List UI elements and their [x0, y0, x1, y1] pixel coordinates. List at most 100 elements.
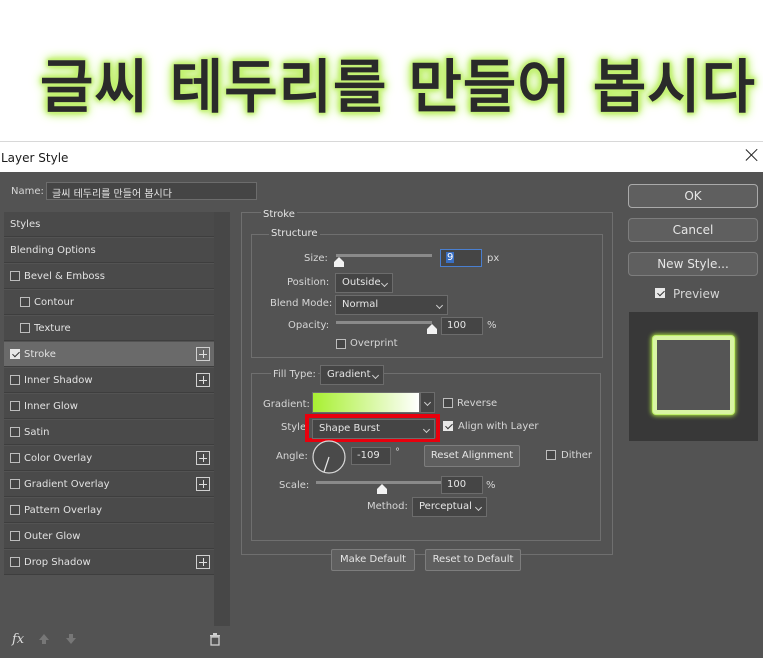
preview-thumbnail — [629, 312, 758, 441]
opacity-slider-thumb[interactable] — [427, 324, 437, 334]
style-checkbox[interactable] — [10, 531, 20, 541]
style-item-satin[interactable]: Satin — [4, 420, 214, 445]
style-item-color-overlay[interactable]: Color Overlay — [4, 446, 214, 471]
fill-type-select[interactable]: Gradient — [320, 365, 384, 385]
angle-unit: ° — [395, 447, 400, 458]
scale-input[interactable]: 100 — [441, 476, 483, 494]
name-label: Name: — [11, 186, 44, 197]
style-item-bevel-emboss[interactable]: Bevel & Emboss — [4, 264, 214, 289]
style-select[interactable]: Shape Burst — [312, 419, 435, 439]
style-item-inner-glow[interactable]: Inner Glow — [4, 394, 214, 419]
reverse-checkbox[interactable] — [443, 398, 453, 408]
position-select[interactable]: Outside — [335, 273, 393, 293]
stroke-section-title: Stroke — [261, 209, 297, 220]
gradient-swatch[interactable] — [312, 392, 420, 413]
style-item-label: Texture — [34, 323, 71, 334]
cancel-button[interactable]: Cancel — [628, 218, 758, 242]
align-with-layer-checkbox[interactable] — [443, 421, 453, 431]
fill-type-label: Fill Type: — [271, 369, 318, 380]
style-checkbox[interactable] — [10, 401, 20, 411]
position-label: Position: — [287, 277, 330, 288]
close-icon[interactable] — [745, 148, 759, 162]
styles-list: Styles Blending Options Bevel & Emboss Cont… — [4, 212, 214, 652]
style-item-label: Drop Shadow — [24, 557, 91, 568]
size-slider-thumb[interactable] — [333, 257, 344, 267]
angle-input[interactable]: -109 — [351, 447, 391, 465]
style-checkbox[interactable] — [20, 297, 30, 307]
make-default-button[interactable]: Make Default — [331, 549, 415, 571]
window-title: Layer Style — [1, 151, 69, 165]
dither-checkbox[interactable] — [546, 450, 556, 460]
opacity-slider-track[interactable] — [336, 321, 432, 324]
style-checkbox[interactable] — [10, 349, 20, 359]
add-effect-icon[interactable] — [196, 373, 210, 387]
add-effect-icon[interactable] — [196, 347, 210, 361]
style-item-blending-options[interactable]: Blending Options — [4, 238, 214, 263]
overprint-checkbox[interactable] — [336, 339, 346, 349]
add-effect-icon[interactable] — [196, 555, 210, 569]
style-checkbox[interactable] — [10, 479, 20, 489]
style-checkbox[interactable] — [10, 271, 20, 281]
size-slider-track[interactable] — [336, 254, 432, 257]
method-select[interactable]: Perceptual — [412, 497, 487, 517]
style-item-label: Stroke — [24, 349, 56, 360]
reset-alignment-button[interactable]: Reset Alignment — [424, 445, 520, 467]
style-checkbox[interactable] — [10, 427, 20, 437]
add-effect-icon[interactable] — [196, 477, 210, 491]
move-down-icon[interactable] — [65, 633, 77, 645]
blend-mode-label: Blend Mode: — [270, 298, 333, 309]
size-input[interactable]: 9 — [440, 249, 482, 267]
style-item-pattern-overlay[interactable]: Pattern Overlay — [4, 498, 214, 523]
style-item-gradient-overlay[interactable]: Gradient Overlay — [4, 472, 214, 497]
style-item-stroke[interactable]: Stroke — [4, 342, 214, 367]
style-item-label: Blending Options — [10, 245, 96, 256]
style-checkbox[interactable] — [10, 453, 20, 463]
style-item-label: Bevel & Emboss — [24, 271, 105, 282]
style-item-label: Pattern Overlay — [24, 505, 103, 516]
styles-scrollbar[interactable] — [214, 212, 230, 626]
style-checkbox[interactable] — [10, 375, 20, 385]
style-item-styles[interactable]: Styles — [4, 212, 214, 237]
style-item-label: Gradient Overlay — [24, 479, 110, 490]
style-item-label: Contour — [34, 297, 74, 308]
ok-button[interactable]: OK — [628, 184, 758, 208]
banner-title: 글씨 테두리를 만들어 봅시다 — [40, 53, 756, 121]
bottom-toolbar: fx — [4, 626, 230, 656]
style-item-drop-shadow[interactable]: Drop Shadow — [4, 550, 214, 575]
scale-unit: % — [486, 480, 496, 491]
preview-checkbox[interactable] — [655, 288, 665, 298]
opacity-input[interactable]: 100 — [441, 317, 483, 335]
blend-mode-select[interactable]: Normal — [335, 295, 448, 315]
opacity-unit: % — [487, 320, 497, 331]
add-effect-icon[interactable] — [196, 451, 210, 465]
opacity-label: Opacity: — [288, 320, 330, 331]
style-item-outer-glow[interactable]: Outer Glow — [4, 524, 214, 549]
name-input[interactable]: 글씨 테두리를 만들어 봅시다 — [46, 182, 257, 200]
style-checkbox[interactable] — [20, 323, 30, 333]
angle-dial-icon[interactable] — [311, 439, 347, 475]
style-checkbox[interactable] — [10, 505, 20, 515]
style-item-inner-shadow[interactable]: Inner Shadow — [4, 368, 214, 393]
preview-label: Preview — [673, 287, 720, 301]
style-item-contour[interactable]: Contour — [4, 290, 214, 315]
layer-style-dialog: Layer Style Name: 글씨 테두리를 만들어 봅시다 Styles… — [0, 141, 763, 658]
style-item-label: Inner Shadow — [24, 375, 93, 386]
scale-label: Scale: — [279, 480, 310, 491]
new-style-button[interactable]: New Style... — [628, 252, 758, 276]
move-up-icon[interactable] — [38, 633, 50, 645]
style-checkbox[interactable] — [10, 557, 20, 567]
align-with-layer-label: Align with Layer — [458, 421, 539, 432]
reset-to-default-button[interactable]: Reset to Default — [425, 549, 521, 571]
style-item-texture[interactable]: Texture — [4, 316, 214, 341]
style-item-label: Inner Glow — [24, 401, 78, 412]
gradient-dropdown[interactable] — [420, 392, 435, 413]
trash-icon[interactable] — [209, 633, 221, 646]
fx-icon[interactable]: fx — [12, 632, 24, 647]
structure-title: Structure — [269, 228, 320, 239]
style-item-label: Styles — [10, 219, 41, 230]
title-bar: Layer Style — [0, 141, 763, 172]
style-item-label: Outer Glow — [24, 531, 81, 542]
style-item-label: Satin — [24, 427, 50, 438]
scale-slider-thumb[interactable] — [377, 484, 387, 494]
method-label: Method: — [367, 501, 408, 512]
